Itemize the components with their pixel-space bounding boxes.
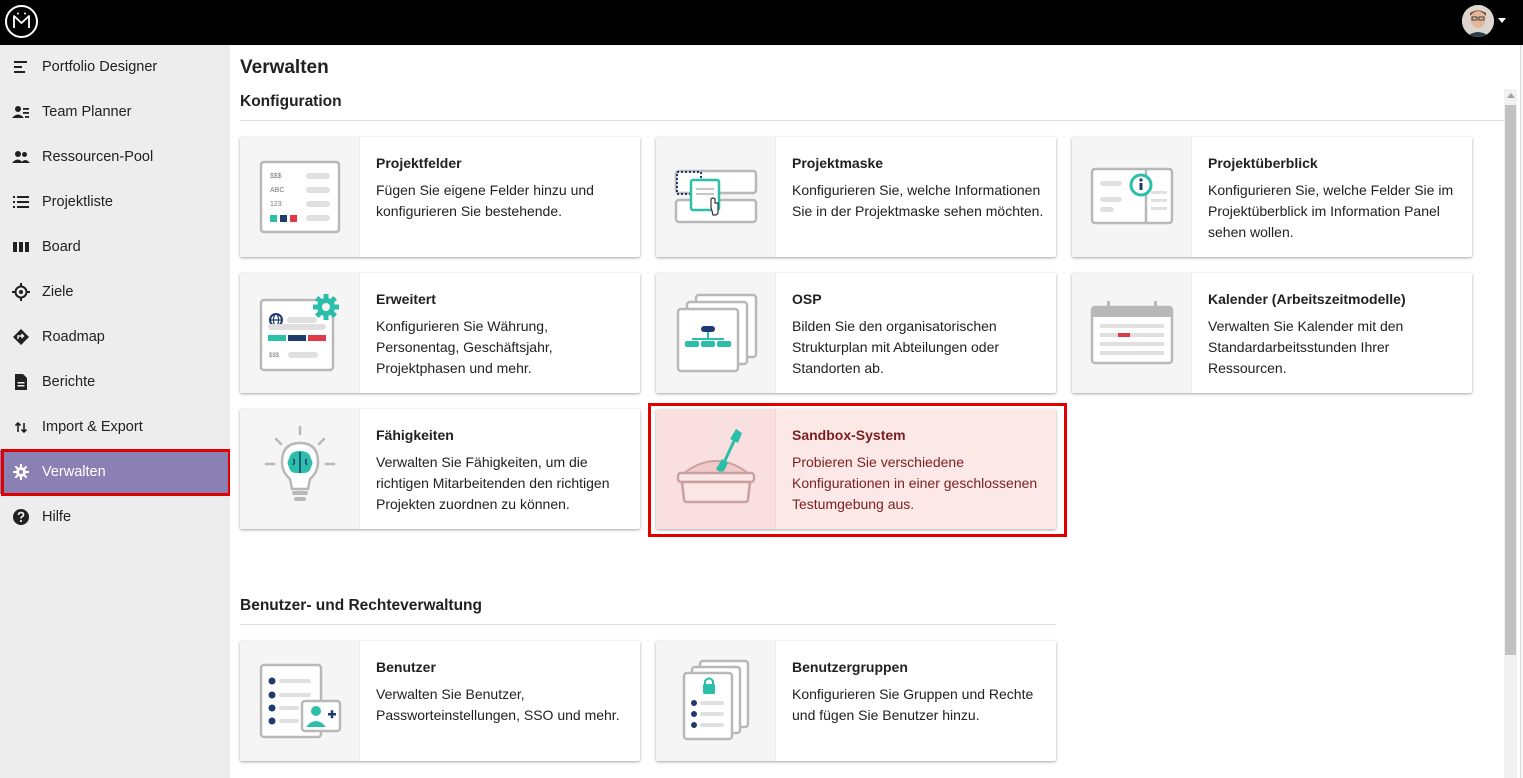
card-description: Konfigurieren Sie, welche Felder Sie im …: [1208, 182, 1454, 240]
card-description: Verwalten Sie Kalender mit den Standarda…: [1208, 318, 1404, 376]
card-description: Verwalten Sie Fähigkeiten, um die richti…: [376, 454, 610, 512]
card-title: Kalender (Arbeitszeitmodelle): [1208, 291, 1406, 307]
top-bar: [0, 0, 1523, 45]
sidebar-item-portfolio-designer[interactable]: Portfolio Designer: [0, 45, 230, 89]
sidebar-item-label: Hilfe: [42, 509, 72, 525]
card-projektmaske[interactable]: Projektmaske Konfigurieren Sie, welche I…: [656, 137, 1056, 257]
scroll-up-arrow-icon[interactable]: [1507, 93, 1515, 98]
sidebar-item-label: Ressourcen-Pool: [42, 149, 154, 165]
card-erweitert[interactable]: $$$ Erweitert Konfigurieren Sie Währung,…: [240, 273, 640, 393]
sidebar: Portfolio Designer Team Planner Ressourc…: [0, 45, 230, 778]
section-divider: [240, 624, 1056, 625]
card-benutzergruppen[interactable]: Benutzergruppen Konfigurieren Sie Gruppe…: [656, 641, 1056, 761]
section-title-benutzer-und-rechteverwaltung: Benutzer- und Rechteverwaltung: [240, 597, 482, 614]
card-faehigkeiten[interactable]: Fähigkeiten Verwalten Sie Fähigkeiten, u…: [240, 409, 640, 529]
card-projektueberblick[interactable]: Projektüberblick Konfigurieren Sie, welc…: [1072, 137, 1472, 257]
sidebar-item-label: Projektliste: [42, 194, 113, 210]
icon-label-number: 123: [270, 201, 282, 208]
gear-icon: [13, 464, 29, 480]
icon-label-currency: $$$: [269, 353, 280, 359]
card-description: Konfigurieren Sie Gruppen und Rechte und…: [792, 686, 1034, 723]
sidebar-item-label: Roadmap: [42, 329, 105, 345]
people-icon: [12, 151, 30, 163]
card-title: Sandbox-System: [792, 427, 906, 443]
sidebar-item-label: Portfolio Designer: [42, 59, 158, 75]
icon-label-currency: $$$: [270, 173, 282, 180]
list-icon: [13, 196, 29, 208]
caret-down-icon[interactable]: [1498, 18, 1506, 23]
help-icon: [13, 509, 29, 525]
user-add-icon: [240, 641, 360, 761]
card-title: Fähigkeiten: [376, 427, 454, 443]
sidebar-item-label: Verwalten: [42, 464, 106, 480]
card-title: Erweitert: [376, 291, 436, 307]
card-benutzer[interactable]: Benutzer Verwalten Sie Benutzer, Passwor…: [240, 641, 640, 761]
project-overview-icon: [1072, 137, 1192, 257]
user-groups-lock-icon: [656, 641, 776, 761]
card-description: Bilden Sie den organisatorischen Struktu…: [792, 318, 1000, 376]
board-columns-icon: [13, 242, 29, 252]
sidebar-item-projektliste[interactable]: Projektliste: [0, 180, 230, 224]
page-title: Verwalten: [240, 57, 329, 78]
advanced-settings-icon: $$$: [240, 273, 360, 393]
card-description: Konfigurieren Sie, welche Informationen …: [792, 182, 1044, 219]
user-avatar[interactable]: [1462, 5, 1494, 37]
card-description: Probieren Sie verschiedene Konfiguration…: [792, 454, 1038, 512]
card-description: Verwalten Sie Benutzer, Passworteinstell…: [376, 686, 620, 723]
sidebar-item-label: Team Planner: [42, 104, 132, 120]
project-fields-icon: $$$ ABC 123: [240, 137, 360, 257]
team-planner-icon: [12, 106, 29, 118]
target-icon: [12, 283, 30, 301]
scrollbar-thumb[interactable]: [1505, 105, 1516, 655]
card-title: Projektfelder: [376, 155, 462, 171]
card-kalender[interactable]: Kalender (Arbeitszeitmodelle) Verwalten …: [1072, 273, 1472, 393]
card-description: Fügen Sie eigene Felder hinzu und konfig…: [376, 182, 594, 219]
sidebar-item-label: Berichte: [42, 374, 96, 390]
card-projektfelder[interactable]: $$$ ABC 123 Projektfelder Fügen Sie eige…: [240, 137, 640, 257]
sidebar-item-label: Ziele: [42, 284, 74, 300]
calendar-icon: [1072, 273, 1192, 393]
sidebar-item-label: Import & Export: [42, 419, 143, 435]
card-title: Projektüberblick: [1208, 155, 1318, 171]
card-title: Benutzer: [376, 659, 436, 675]
sidebar-item-verwalten[interactable]: Verwalten: [0, 450, 230, 494]
document-icon: [15, 374, 27, 390]
sidebar-item-ziele[interactable]: Ziele: [0, 270, 230, 314]
sidebar-item-berichte[interactable]: Berichte: [0, 360, 230, 404]
sidebar-item-import-export[interactable]: Import & Export: [0, 405, 230, 449]
sidebar-item-board[interactable]: Board: [0, 225, 230, 269]
sandbox-shovel-icon: [656, 409, 776, 529]
icon-label-text: ABC: [270, 187, 284, 194]
org-chart-icon: [656, 273, 776, 393]
card-title: Benutzergruppen: [792, 659, 908, 675]
card-title: OSP: [792, 291, 822, 307]
section-divider: [240, 120, 1504, 121]
section-title-konfiguration: Konfiguration: [240, 93, 342, 110]
card-description: Konfigurieren Sie Währung, Personentag, …: [376, 318, 553, 376]
card-title: Projektmaske: [792, 155, 884, 171]
card-osp[interactable]: OSP Bilden Sie den organisatorischen Str…: [656, 273, 1056, 393]
import-export-arrows-icon: [14, 421, 28, 434]
card-sandbox-system[interactable]: Sandbox-System Probieren Sie verschieden…: [656, 409, 1056, 529]
main-content: Verwalten Konfiguration $$$ ABC 123 Proj…: [230, 45, 1523, 778]
sidebar-item-label: Board: [42, 239, 81, 255]
portfolio-designer-icon: [14, 61, 27, 73]
sidebar-item-hilfe[interactable]: Hilfe: [0, 495, 230, 539]
sidebar-item-roadmap[interactable]: Roadmap: [0, 315, 230, 359]
project-mask-icon: [656, 137, 776, 257]
sidebar-item-ressourcen-pool[interactable]: Ressourcen-Pool: [0, 135, 230, 179]
roadmap-sign-icon: [13, 329, 29, 345]
skills-lightbulb-icon: [240, 409, 360, 529]
sidebar-item-team-planner[interactable]: Team Planner: [0, 90, 230, 134]
mm-logo-icon[interactable]: [5, 5, 38, 38]
